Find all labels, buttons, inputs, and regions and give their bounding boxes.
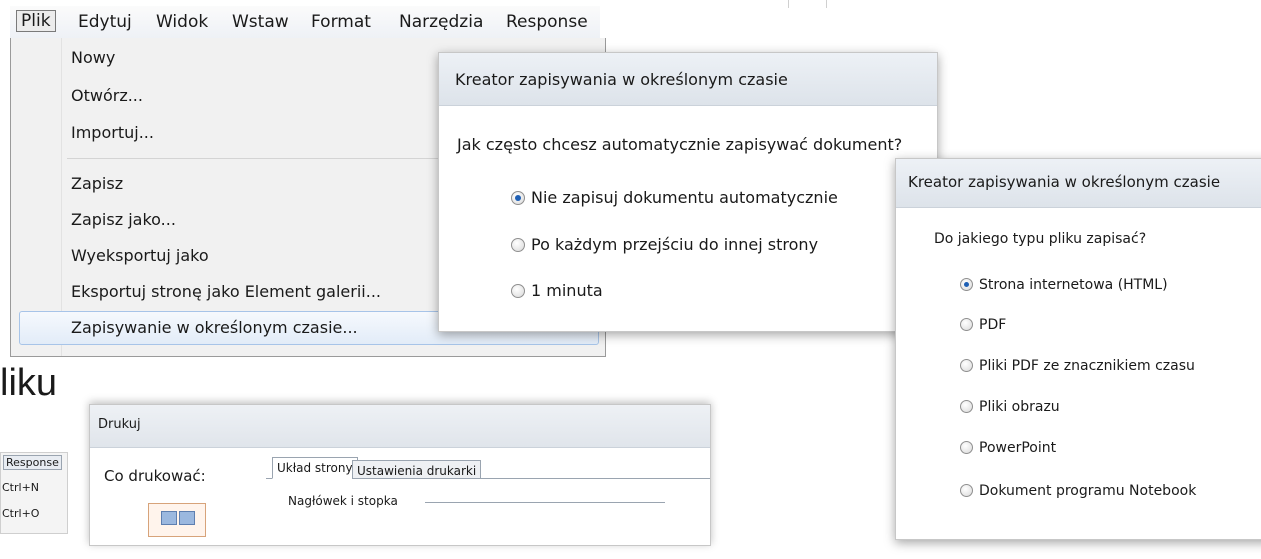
radio-label: Po każdym przejściu do innej strony [531,235,819,254]
radio-icon[interactable] [511,238,525,252]
radio-option-html[interactable]: Strona internetowa (HTML) [960,277,1168,293]
partial-heading-text: liku [0,362,58,404]
dialog-titlebar: Drukuj [90,405,710,448]
radio-icon[interactable] [960,484,973,497]
shortcut-open: Ctrl+O [2,507,40,520]
menu-item-otworz[interactable]: Otwórz... [71,86,143,105]
radio-label: PDF [979,317,1007,333]
radio-icon[interactable] [960,318,973,331]
menu-item-eksportuj-strone[interactable]: Eksportuj stronę jako Element galerii... [71,282,381,301]
radio-label: Pliki obrazu [979,399,1060,415]
menu-item-zapisz-jako[interactable]: Zapisz jako... [71,210,176,229]
radio-option-1-minute[interactable]: 1 minuta [511,281,603,300]
shortcut-new: Ctrl+N [2,481,40,494]
tab-uklad-strony[interactable]: Układ strony [272,457,358,479]
wizard-interval-dialog: Kreator zapisywania w określonym czasie … [438,52,938,332]
radio-icon[interactable] [511,284,525,298]
background-divider [788,0,789,8]
menu-icon-gutter [11,38,62,356]
menu-format[interactable]: Format [311,12,371,32]
menu-bar: Plik Edytuj Widok Wstaw Format Narzędzia… [10,6,600,38]
menu-item-importuj[interactable]: Importuj... [71,123,154,142]
menu-plik[interactable]: Plik [16,10,56,32]
radio-option-image[interactable]: Pliki obrazu [960,399,1060,415]
group-divider [425,502,665,503]
menu-response-mini[interactable]: Response [3,455,62,470]
tab-ustawienia-drukarki[interactable]: Ustawienia drukarki [352,460,482,479]
dialog-title: Drukuj [98,417,141,432]
radio-option-pdf[interactable]: PDF [960,317,1006,333]
dialog-title: Kreator zapisywania w określonym czasie [908,173,1221,191]
radio-option-notebook[interactable]: Dokument programu Notebook [960,483,1196,499]
dialog-title: Kreator zapisywania w określonym czasie [455,70,788,89]
menu-item-zapisywanie-w-czasie[interactable]: Zapisywanie w określonym czasie... [71,318,358,337]
menu-response[interactable]: Response [506,12,588,32]
interval-question: Jak często chcesz automatycznie zapisywa… [457,135,903,154]
wizard-filetype-dialog: Kreator zapisywania w określonym czasie … [895,158,1261,540]
radio-selected-icon[interactable] [960,278,973,291]
print-what-label: Co drukować: [104,467,206,485]
menu-item-wyeksportuj-jako[interactable]: Wyeksportuj jako [71,246,209,265]
radio-option-no-autosave[interactable]: Nie zapisuj dokumentu automatycznie [511,188,838,207]
page-layout-button[interactable] [148,503,206,537]
radio-option-pdf-timestamp[interactable]: Pliki PDF ze znacznikiem czasu [960,358,1195,374]
radio-label: Nie zapisuj dokumentu automatycznie [531,188,838,207]
print-dialog: Drukuj Co drukować: Układ strony Ustawie… [89,404,711,546]
header-footer-group-label: Nagłówek i stopka [288,494,398,508]
radio-option-powerpoint[interactable]: PowerPoint [960,440,1056,456]
menu-widok[interactable]: Widok [156,12,208,32]
background-divider [826,0,827,8]
radio-icon[interactable] [960,359,973,372]
radio-selected-icon[interactable] [511,191,525,205]
dialog-titlebar: Kreator zapisywania w określonym czasie [896,159,1261,208]
dialog-titlebar: Kreator zapisywania w określonym czasie [439,53,937,106]
radio-label: Strona internetowa (HTML) [979,277,1168,293]
mini-response-menu: Response Ctrl+N Ctrl+O [0,452,68,534]
radio-option-each-page[interactable]: Po każdym przejściu do innej strony [511,235,818,254]
radio-icon[interactable] [960,441,973,454]
radio-label: 1 minuta [531,281,603,300]
menu-wstaw[interactable]: Wstaw [232,12,289,32]
radio-label: Dokument programu Notebook [979,483,1197,499]
menu-edytuj[interactable]: Edytuj [78,12,132,32]
tab-pane [266,478,710,559]
filetype-question: Do jakiego typu pliku zapisać? [934,231,1147,247]
menu-narzedzia[interactable]: Narzędzia [399,12,483,32]
menu-item-zapisz[interactable]: Zapisz [71,174,123,193]
radio-label: Pliki PDF ze znacznikiem czasu [979,358,1195,374]
radio-icon[interactable] [960,400,973,413]
menu-item-nowy[interactable]: Nowy [71,48,115,67]
radio-label: PowerPoint [979,440,1057,456]
